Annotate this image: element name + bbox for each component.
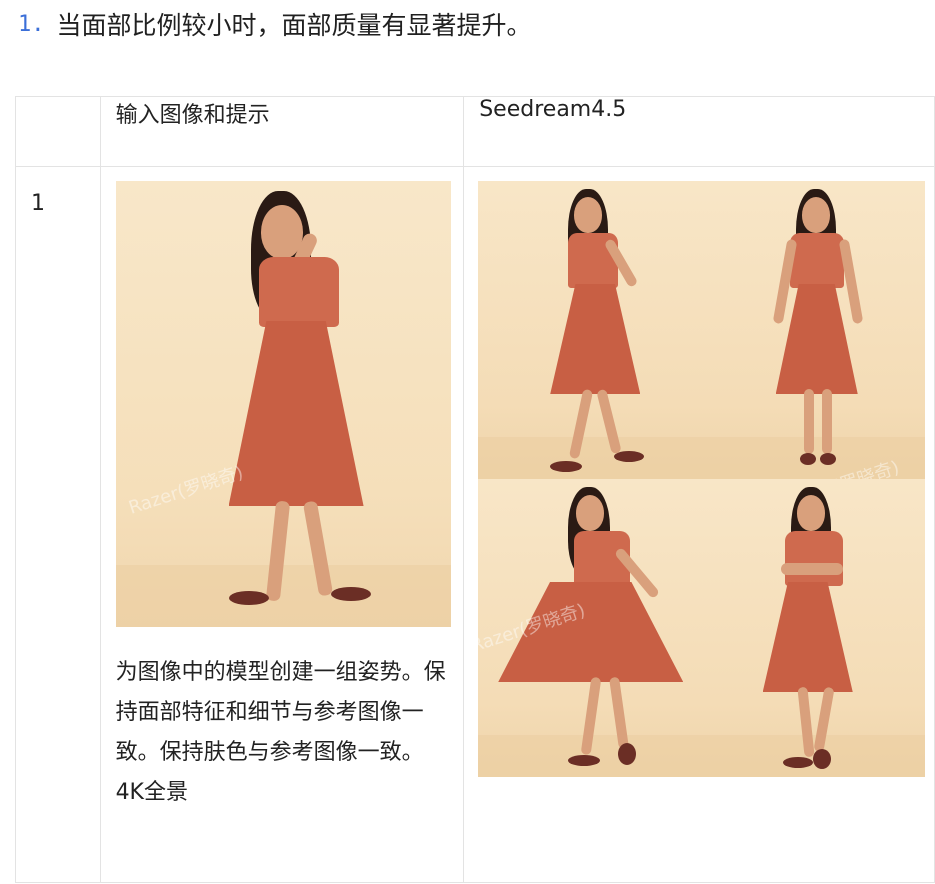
input-reference-image: Razer(罗晓奇)	[115, 181, 451, 627]
comparison-table: 输入图像和提示 Seedream4.5 1 Razer(罗晓奇) 为图像中的模型…	[15, 96, 935, 883]
output-image-2: Razer(罗晓奇)	[701, 181, 926, 479]
output-cell: Razer(罗晓奇) Razer(罗晓奇)	[463, 166, 935, 883]
prompt-text: 为图像中的模型创建一组姿势。保持面部特征和细节与参考图像一致。保持肤色与参考图像…	[115, 660, 446, 805]
row-index-cell: 1	[15, 166, 101, 883]
input-cell: Razer(罗晓奇) 为图像中的模型创建一组姿势。保持面部特征和细节与参考图像一…	[99, 166, 465, 883]
header-cell-model: Seedream4.5	[463, 96, 935, 167]
output-image-3: Razer(罗晓奇)	[478, 479, 702, 777]
header-cell-input: 输入图像和提示	[99, 96, 465, 167]
header-cell-index	[15, 96, 101, 167]
header-input-label: 输入图像和提示	[115, 103, 270, 128]
table-row: 1 Razer(罗晓奇) 为图像中的模型创建一组姿势。保持面部特征和细节与参考图…	[15, 166, 935, 883]
list-heading: 1. 当面部比例较小时，面部质量有显著提升。	[18, 4, 532, 44]
header-model-label: Seedream4.5	[479, 97, 627, 122]
heading-text: 当面部比例较小时，面部质量有显著提升。	[56, 11, 532, 40]
list-number: 1.	[18, 11, 45, 37]
output-image-1	[478, 181, 702, 479]
table-header-row: 输入图像和提示 Seedream4.5	[15, 96, 935, 167]
row-index: 1	[31, 191, 45, 216]
output-image-4	[701, 479, 926, 777]
output-image-grid: Razer(罗晓奇) Razer(罗晓奇)	[478, 181, 926, 777]
